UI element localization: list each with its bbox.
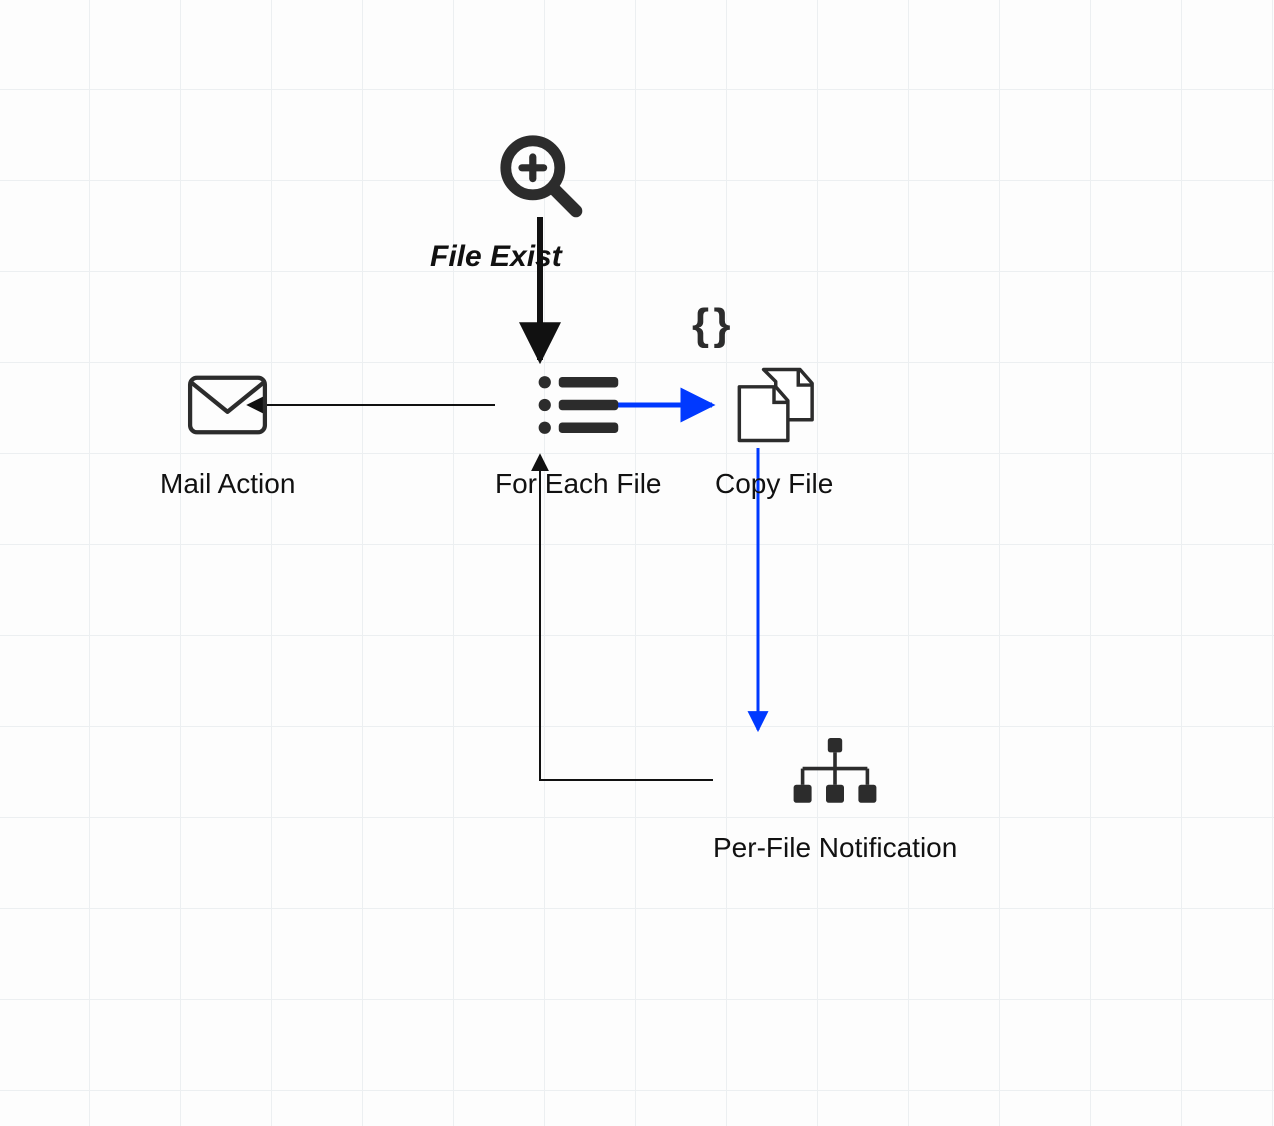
node-for-each-file-label: For Each File <box>495 468 662 500</box>
node-mail-action-label: Mail Action <box>160 468 295 500</box>
node-file-exist[interactable] <box>495 130 585 220</box>
node-copy-file[interactable]: Copy File <box>715 366 833 500</box>
list-icon <box>533 370 623 440</box>
sitemap-icon <box>790 736 880 812</box>
magnify-plus-icon <box>495 130 585 220</box>
diagram-canvas[interactable]: File Exist For Each File Mail Action <box>0 0 1274 1126</box>
edge-notify-to-foreach <box>540 455 713 780</box>
edge-layer <box>0 0 1274 1126</box>
copy-file-icon <box>729 366 819 444</box>
node-file-exist-label: File Exist <box>430 240 562 274</box>
node-for-each-file[interactable]: For Each File <box>495 370 662 500</box>
envelope-icon <box>185 370 270 440</box>
node-per-file-notification-label: Per-File Notification <box>713 832 957 864</box>
json-badge: { } <box>692 300 726 350</box>
node-per-file-notification[interactable]: Per-File Notification <box>713 736 957 864</box>
node-copy-file-label: Copy File <box>715 468 833 500</box>
node-mail-action[interactable]: Mail Action <box>160 370 295 500</box>
